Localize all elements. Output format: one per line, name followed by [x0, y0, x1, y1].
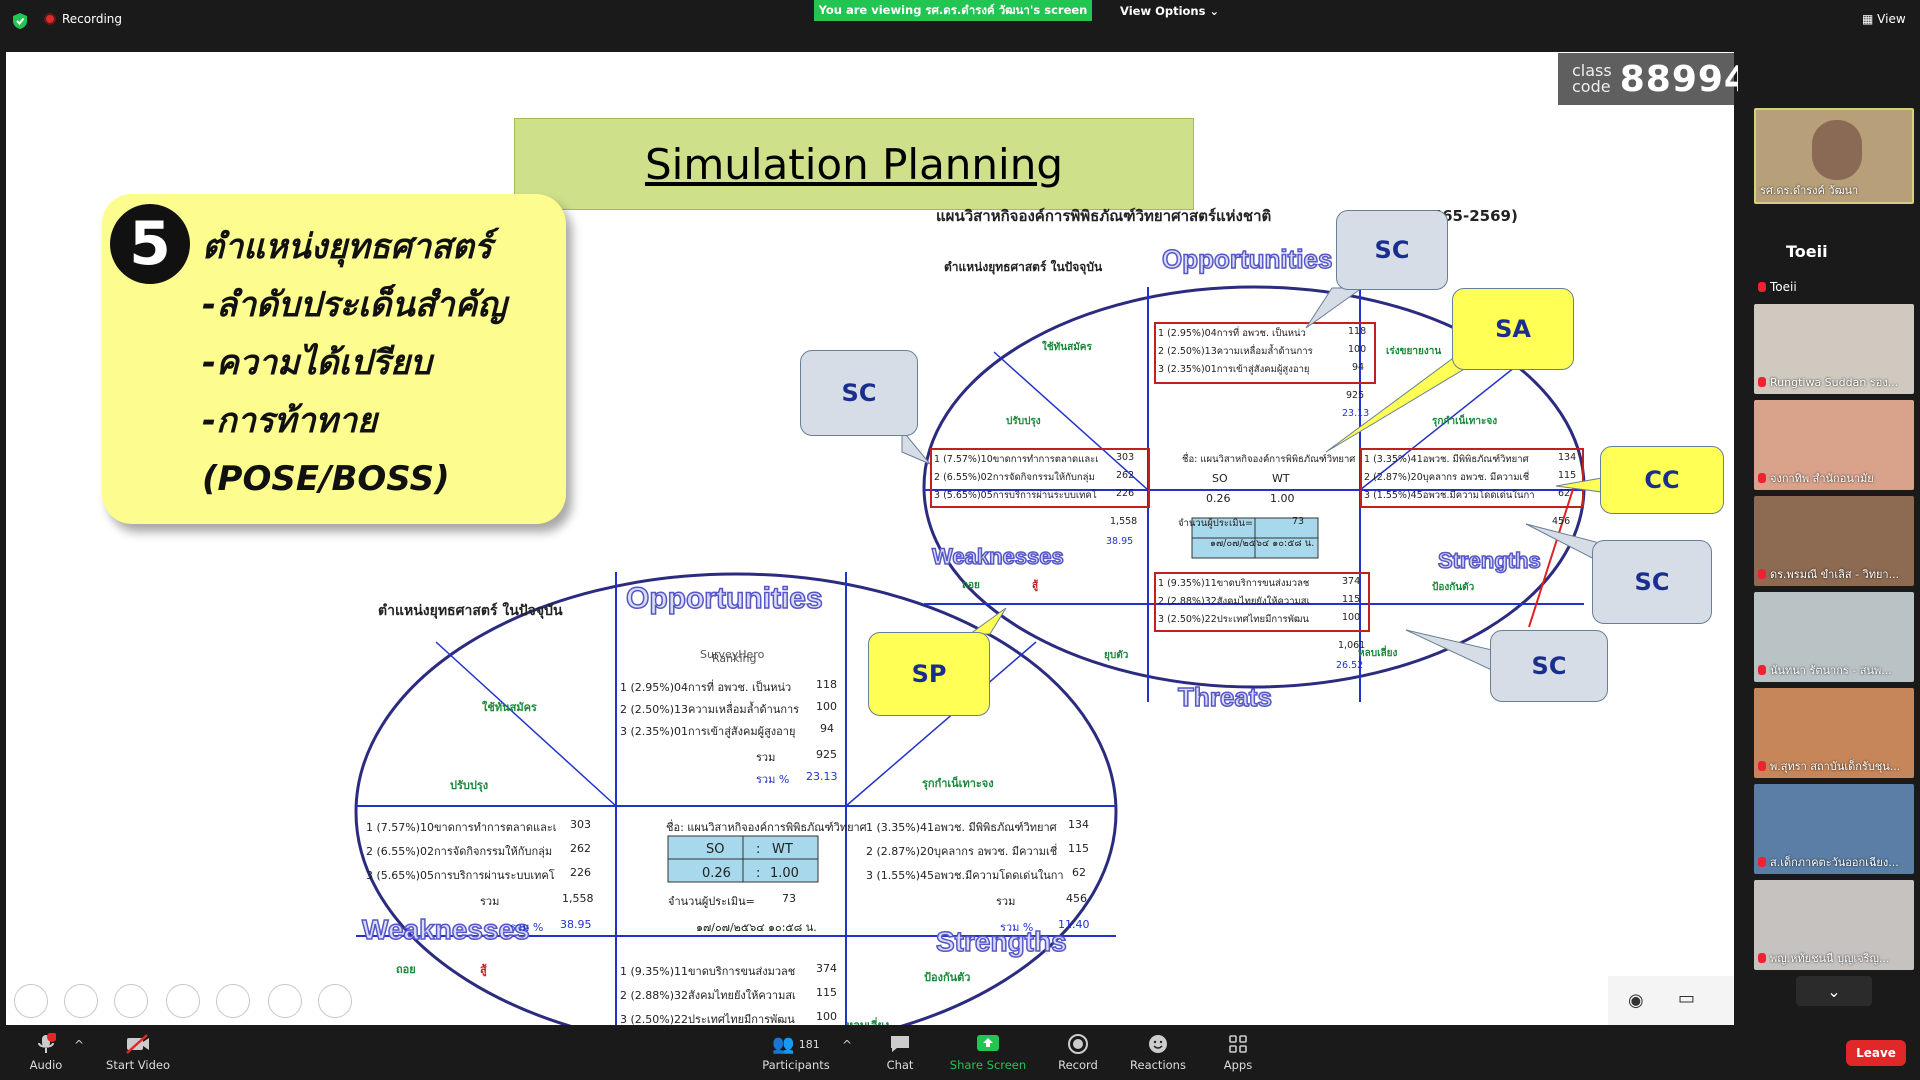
record-label: Record: [1058, 1058, 1098, 1072]
recording-label: Recording: [62, 12, 123, 26]
class-code-badge: class code 88994: [1558, 53, 1749, 105]
viewing-screen-banner: You are viewing รศ.ดร.ดำรงค์ วัฒนา's scr…: [814, 0, 1092, 21]
participant-tile-1[interactable]: Rungtiwa Suddan รอง...: [1754, 304, 1914, 394]
participant-tile-3[interactable]: ดร.พรมณี ขำเลิส - วิทยา...: [1754, 496, 1914, 586]
video-off-icon: [98, 1032, 178, 1056]
participant-name-4: นันทนา รัตนากร - สนพ...: [1770, 664, 1892, 677]
leave-button[interactable]: Leave: [1846, 1040, 1906, 1066]
security-shield-icon[interactable]: [12, 12, 28, 30]
apps-label: Apps: [1223, 1058, 1253, 1072]
screen-share-icon[interactable]: ▭: [1678, 988, 1695, 1009]
participant-name-2: จงกาทิพ สำนักอนามัย: [1770, 472, 1874, 485]
view-layout-button[interactable]: ▦ View: [1862, 12, 1906, 26]
participants-options-caret[interactable]: ^: [842, 1038, 852, 1052]
prev-slide-button[interactable]: [14, 984, 48, 1018]
chevron-down-icon: ⌄: [1827, 981, 1841, 1001]
start-video-button[interactable]: Start Video: [98, 1032, 178, 1072]
participant-name-1: Rungtiwa Suddan รอง...: [1770, 376, 1899, 389]
participant-tile-2[interactable]: จงกาทิพ สำนักอนามัย: [1754, 400, 1914, 490]
record-icon: [1038, 1032, 1118, 1056]
participant-tile-5[interactable]: พ.สุทรา สถาบันเด็กรับชุน...: [1754, 688, 1914, 778]
view-label: View: [1877, 12, 1906, 26]
chevron-down-icon: ⌄: [1209, 4, 1220, 18]
slides-grid-button[interactable]: [166, 984, 200, 1018]
eye-icon[interactable]: ◉: [1628, 990, 1644, 1011]
callout-sa: SA: [1452, 288, 1574, 370]
participant-name-6: ส.เด็กภาคตะวันออกเฉียง...: [1770, 856, 1899, 869]
class-code-label: class code: [1572, 63, 1612, 95]
toeii-label-big: Toeii: [1786, 242, 1828, 261]
subtitles-button[interactable]: [268, 984, 302, 1018]
apps-icon: [1198, 1032, 1278, 1056]
mic-muted-icon: [1758, 953, 1766, 963]
participant-tile-6[interactable]: ส.เด็กภาคตะวันออกเฉียง...: [1754, 784, 1914, 874]
start-video-label: Start Video: [106, 1058, 170, 1072]
callout-sc-1: SC: [1336, 210, 1448, 290]
callout-sc-4: SC: [1490, 630, 1608, 702]
zoom-button[interactable]: [216, 984, 250, 1018]
callout-sc-2: SC: [800, 350, 918, 436]
mic-muted-icon: [1758, 377, 1766, 387]
record-button[interactable]: Record: [1038, 1032, 1118, 1072]
apps-button[interactable]: Apps: [1198, 1032, 1278, 1072]
participant-name-5: พ.สุทรา สถาบันเด็กรับชุน...: [1770, 760, 1901, 773]
view-options-label: View Options: [1120, 4, 1206, 18]
scroll-down-button[interactable]: ⌄: [1796, 976, 1872, 1006]
shared-screen: Simulation Planning 5 ตำแหน่งยุทธศาสตร์ …: [6, 52, 1734, 1025]
meeting-top-bar: Recording You are viewing รศ.ดร.ดำรงค์ ว…: [0, 0, 1920, 40]
featured-video-tile[interactable]: รศ.ดร.ดำรงค์ วัฒนา: [1754, 108, 1914, 204]
audio-options-caret[interactable]: ^: [74, 1038, 84, 1052]
view-options-button[interactable]: View Options ⌄: [1120, 4, 1219, 18]
reactions-icon: [1118, 1032, 1198, 1056]
toeii-label-small: Toeii: [1770, 280, 1797, 294]
mic-muted-icon: [1758, 761, 1766, 771]
participant-tile-4[interactable]: นันทนา รัตนากร - สนพ...: [1754, 592, 1914, 682]
speaker-avatar: [1812, 120, 1862, 180]
participants-count: 181: [798, 1037, 820, 1051]
toeii-name-row: Toeii: [1758, 280, 1797, 294]
mic-muted-icon: [1758, 665, 1766, 675]
more-options-button[interactable]: [318, 984, 352, 1018]
audio-label: Audio: [29, 1058, 63, 1072]
callout-pointers: [901, 287, 1603, 673]
participants-icon: 👥: [772, 1033, 795, 1055]
mic-muted-icon: [1758, 857, 1766, 867]
participant-name-3: ดร.พรมณี ขำเลิส - วิทยา...: [1770, 568, 1900, 581]
participant-name-7: พญ.หทัยชนนี บุญเจริญ...: [1770, 952, 1890, 965]
recording-indicator: Recording: [44, 12, 122, 26]
share-screen-button[interactable]: Share Screen: [948, 1032, 1028, 1072]
mic-muted-icon: [1758, 569, 1766, 579]
class-code-label-2: code: [1572, 77, 1611, 96]
next-slide-button[interactable]: [64, 984, 98, 1018]
featured-speaker-name: รศ.ดร.ดำรงค์ วัฒนา: [1760, 184, 1859, 197]
participants-label: Participants: [762, 1058, 830, 1072]
callout-cc: CC: [1600, 446, 1724, 514]
grid-icon: ▦: [1862, 12, 1874, 26]
pen-tool-button[interactable]: [114, 984, 148, 1018]
mic-muted-icon: [1758, 282, 1766, 292]
recording-dot-icon: [44, 13, 56, 25]
mic-muted-icon: [1758, 473, 1766, 483]
callout-sp: SP: [868, 632, 990, 716]
annotation-controls: ◉ ▭: [1608, 976, 1734, 1025]
reactions-label: Reactions: [1130, 1058, 1186, 1072]
participant-tile-7[interactable]: พญ.หทัยชนนี บุญเจริญ...: [1754, 880, 1914, 970]
chat-icon: [860, 1032, 940, 1056]
chat-label: Chat: [886, 1058, 914, 1072]
share-screen-label: Share Screen: [949, 1058, 1027, 1072]
chat-button[interactable]: Chat: [860, 1032, 940, 1072]
participants-button[interactable]: 👥 181 Participants: [756, 1032, 836, 1073]
callout-sc-3: SC: [1592, 540, 1712, 624]
share-screen-icon: [948, 1032, 1028, 1056]
class-code-value: 88994: [1619, 58, 1750, 100]
reactions-button[interactable]: Reactions: [1118, 1032, 1198, 1072]
